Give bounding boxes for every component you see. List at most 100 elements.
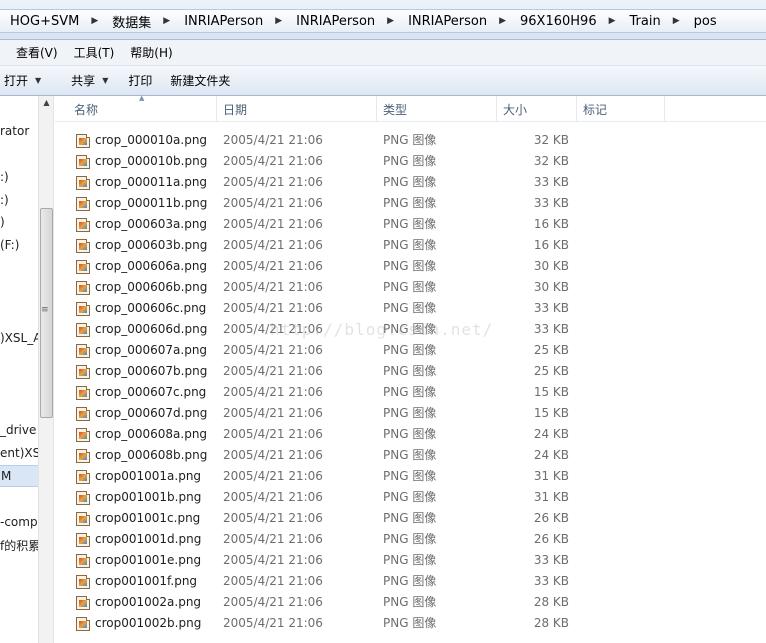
file-row[interactable]: crop001001d.png 2005/4/21 21:06 PNG 图像 26 K… bbox=[55, 529, 766, 550]
navigation-pane[interactable]: rator :) :) ) (F:) )XSL_A _drive ent)XSL… bbox=[0, 96, 54, 643]
column-header-tags[interactable]: 标记 bbox=[577, 96, 665, 122]
file-date: 2005/4/21 21:06 bbox=[223, 553, 323, 567]
file-row[interactable]: crop_000607a.png 2005/4/21 21:06 PNG 图像 25 … bbox=[55, 340, 766, 361]
file-date: 2005/4/21 21:06 bbox=[223, 154, 323, 168]
file-name: crop_000010b.png bbox=[95, 154, 208, 168]
file-row[interactable]: crop001002a.png 2005/4/21 21:06 PNG 图像 28 K… bbox=[55, 592, 766, 613]
file-row[interactable]: crop001001a.png 2005/4/21 21:06 PNG 图像 31 K… bbox=[55, 466, 766, 487]
file-row[interactable]: crop_000607c.png 2005/4/21 21:06 PNG 图像 15 … bbox=[55, 382, 766, 403]
file-row[interactable]: crop_000010b.png 2005/4/21 21:06 PNG 图像 32 … bbox=[55, 151, 766, 172]
breadcrumb-item[interactable]: pos bbox=[684, 10, 721, 32]
file-row[interactable]: crop_000606c.png 2005/4/21 21:06 PNG 图像 33 … bbox=[55, 298, 766, 319]
nav-item[interactable]: f的积累 bbox=[0, 537, 40, 554]
scroll-up-icon[interactable]: ▲ bbox=[39, 98, 53, 107]
file-list[interactable]: crop_000010a.png 2005/4/21 21:06 PNG 图像 32 … bbox=[55, 130, 766, 643]
png-file-icon bbox=[76, 491, 90, 505]
nav-item[interactable]: :) bbox=[0, 193, 9, 207]
nav-item[interactable]: ) bbox=[0, 215, 5, 229]
chevron-right-icon[interactable]: ▶ bbox=[609, 16, 616, 26]
file-size: 24 KB bbox=[533, 448, 569, 462]
nav-item[interactable]: rator bbox=[0, 124, 29, 138]
new-folder-button[interactable]: 新建文件夹 bbox=[166, 72, 242, 89]
print-button[interactable]: 打印 bbox=[124, 72, 164, 89]
file-row[interactable]: crop001002b.png 2005/4/21 21:06 PNG 图像 28 K… bbox=[55, 613, 766, 634]
nav-item[interactable]: -comp bbox=[0, 515, 38, 529]
column-header-date[interactable]: 日期 bbox=[217, 96, 377, 122]
dropdown-arrow-icon: ▼ bbox=[102, 76, 109, 85]
file-row[interactable]: crop_000608a.png 2005/4/21 21:06 PNG 图像 24 … bbox=[55, 424, 766, 445]
menu-help[interactable]: 帮助(H) bbox=[122, 44, 180, 61]
nav-item[interactable]: )XSL_A bbox=[0, 331, 41, 345]
chevron-right-icon[interactable]: ▶ bbox=[673, 16, 680, 26]
breadcrumb-label: 数据集 bbox=[112, 15, 152, 31]
file-date: 2005/4/21 21:06 bbox=[223, 406, 323, 420]
breadcrumb-item[interactable]: INRIAPerson ▶ bbox=[286, 10, 398, 32]
file-row[interactable]: crop_000606a.png 2005/4/21 21:06 PNG 图像 30 … bbox=[55, 256, 766, 277]
breadcrumb-item[interactable]: HOG+SVM ▶ bbox=[0, 10, 102, 32]
file-row[interactable]: crop001001e.png 2005/4/21 21:06 PNG 图像 33 K… bbox=[55, 550, 766, 571]
breadcrumb-item[interactable]: INRIAPerson ▶ bbox=[174, 10, 286, 32]
file-size: 15 KB bbox=[533, 385, 569, 399]
file-name: crop_000603b.png bbox=[95, 238, 208, 252]
file-size: 26 KB bbox=[533, 511, 569, 525]
nav-item-selected[interactable]: M bbox=[0, 465, 38, 487]
breadcrumb-label: Train bbox=[629, 13, 661, 29]
address-bar: HOG+SVM ▶ 数据集 ▶ INRIAPerson ▶ INRIAPerson ▶ … bbox=[0, 0, 766, 40]
file-type: PNG 图像 bbox=[383, 133, 437, 147]
breadcrumb[interactable]: HOG+SVM ▶ 数据集 ▶ INRIAPerson ▶ INRIAPerson ▶ … bbox=[0, 9, 766, 33]
file-date: 2005/4/21 21:06 bbox=[223, 196, 323, 210]
file-row[interactable]: crop_000607b.png 2005/4/21 21:06 PNG 图像 25 … bbox=[55, 361, 766, 382]
png-file-icon bbox=[76, 407, 90, 421]
chevron-right-icon[interactable]: ▶ bbox=[387, 16, 394, 26]
file-name: crop_000607a.png bbox=[95, 343, 208, 357]
file-name: crop_000607c.png bbox=[95, 385, 207, 399]
file-size: 33 KB bbox=[533, 553, 569, 567]
open-button[interactable]: 打开 ▼ bbox=[0, 72, 53, 89]
breadcrumb-label: pos bbox=[693, 13, 717, 29]
file-row[interactable]: crop_000011b.png 2005/4/21 21:06 PNG 图像 33 … bbox=[55, 193, 766, 214]
png-file-icon bbox=[76, 239, 90, 253]
breadcrumb-item[interactable]: 数据集 ▶ bbox=[102, 10, 174, 32]
file-size: 33 KB bbox=[533, 322, 569, 336]
file-date: 2005/4/21 21:06 bbox=[223, 448, 323, 462]
file-row[interactable]: crop001001c.png 2005/4/21 21:06 PNG 图像 26 K… bbox=[55, 508, 766, 529]
chevron-right-icon[interactable]: ▶ bbox=[499, 16, 506, 26]
chevron-right-icon[interactable]: ▶ bbox=[91, 16, 98, 26]
file-row[interactable]: crop_000607d.png 2005/4/21 21:06 PNG 图像 15 … bbox=[55, 403, 766, 424]
png-file-icon bbox=[76, 302, 90, 316]
file-row[interactable]: crop_000603a.png 2005/4/21 21:06 PNG 图像 16 … bbox=[55, 214, 766, 235]
breadcrumb-item[interactable]: INRIAPerson ▶ bbox=[398, 10, 510, 32]
file-size: 30 KB bbox=[533, 280, 569, 294]
vertical-scrollbar[interactable]: ▲ ≡ bbox=[38, 96, 53, 643]
file-type: PNG 图像 bbox=[383, 595, 437, 609]
menu-view[interactable]: 查看(V) bbox=[8, 44, 66, 61]
column-header-size[interactable]: 大小 bbox=[497, 96, 577, 122]
file-row[interactable]: crop_000606b.png 2005/4/21 21:06 PNG 图像 30 … bbox=[55, 277, 766, 298]
breadcrumb-item[interactable]: 96X160H96 ▶ bbox=[510, 10, 620, 32]
file-type: PNG 图像 bbox=[383, 259, 437, 273]
column-header-name[interactable]: 名称 bbox=[68, 96, 217, 122]
file-row[interactable]: crop_000010a.png 2005/4/21 21:06 PNG 图像 32 … bbox=[55, 130, 766, 151]
file-type: PNG 图像 bbox=[383, 364, 437, 378]
file-row[interactable]: crop001001f.png 2005/4/21 21:06 PNG 图像 33 K… bbox=[55, 571, 766, 592]
column-header-type[interactable]: 类型 bbox=[377, 96, 497, 122]
menu-tools[interactable]: 工具(T) bbox=[66, 44, 123, 61]
file-date: 2005/4/21 21:06 bbox=[223, 280, 323, 294]
png-file-icon bbox=[76, 176, 90, 190]
nav-item[interactable]: :) bbox=[0, 170, 9, 184]
png-file-icon bbox=[76, 323, 90, 337]
nav-item[interactable]: (F:) bbox=[0, 238, 19, 252]
nav-item[interactable]: _drive bbox=[0, 423, 36, 437]
png-file-icon bbox=[76, 344, 90, 358]
breadcrumb-item[interactable]: Train ▶ bbox=[620, 10, 684, 32]
file-row[interactable]: crop_000011a.png 2005/4/21 21:06 PNG 图像 33 … bbox=[55, 172, 766, 193]
chevron-right-icon[interactable]: ▶ bbox=[275, 16, 282, 26]
chevron-right-icon[interactable]: ▶ bbox=[163, 16, 170, 26]
file-name: crop_000606c.png bbox=[95, 301, 207, 315]
share-button[interactable]: 共享 ▼ bbox=[67, 72, 120, 89]
file-row[interactable]: crop_000603b.png 2005/4/21 21:06 PNG 图像 16 … bbox=[55, 235, 766, 256]
file-name: crop001001c.png bbox=[95, 511, 201, 525]
file-row[interactable]: crop_000608b.png 2005/4/21 21:06 PNG 图像 24 … bbox=[55, 445, 766, 466]
file-type: PNG 图像 bbox=[383, 553, 437, 567]
file-row[interactable]: crop001001b.png 2005/4/21 21:06 PNG 图像 31 K… bbox=[55, 487, 766, 508]
